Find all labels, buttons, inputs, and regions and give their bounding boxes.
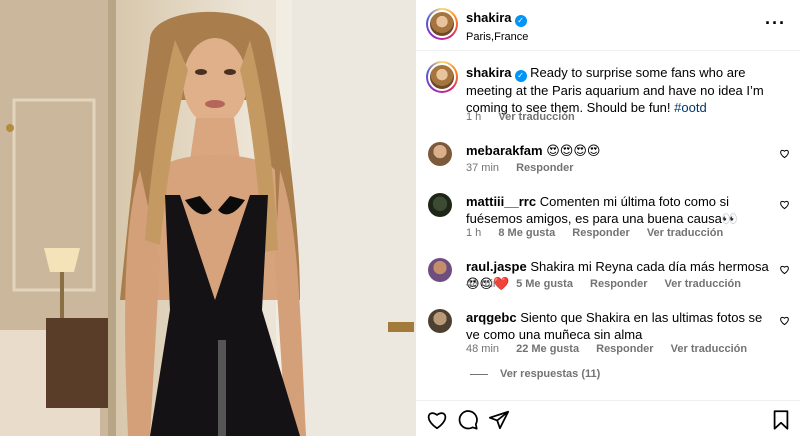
reply-link[interactable]: Responder	[572, 227, 629, 239]
reply-link[interactable]: Responder	[590, 278, 647, 290]
comment-translate-link[interactable]: Ver traducción	[647, 227, 723, 239]
like-comment-heart-icon[interactable]	[779, 315, 790, 326]
like-comment-heart-icon[interactable]	[779, 199, 790, 210]
caption-time[interactable]: 1 h	[466, 111, 481, 123]
caption-hashtag[interactable]: #ootd	[674, 100, 707, 115]
comment-item: mattiii__rrc Comenten mi última foto com…	[466, 193, 776, 227]
comment-username[interactable]: mebarakfam	[466, 143, 543, 158]
comment-translate-link[interactable]: Ver traducción	[665, 278, 741, 290]
view-replies-button[interactable]: Ver respuestas (11)	[470, 368, 600, 380]
comment-meta: 48 min 22 Me gusta Responder Ver traducc…	[466, 343, 761, 355]
post-photo[interactable]	[0, 0, 416, 436]
comment-translate-link[interactable]: Ver traducción	[671, 343, 747, 355]
share-send-icon[interactable]	[488, 409, 510, 431]
comment-item: arqgebc Siento que Shakira en las ultima…	[466, 309, 776, 343]
save-bookmark-icon[interactable]	[770, 409, 792, 431]
comment-meta: 37 min Responder	[466, 162, 588, 174]
comment-text: 😍😍😍😍	[546, 143, 601, 158]
replies-divider	[470, 373, 488, 375]
like-heart-icon[interactable]	[426, 409, 448, 431]
comment-bubble-icon[interactable]	[457, 409, 479, 431]
comment-item: mebarakfam 😍😍😍😍	[466, 142, 776, 159]
caption-meta: 1 h Ver traducción	[466, 111, 589, 123]
comment-meta: 1 h 8 Me gusta Responder Ver traducción	[466, 227, 737, 239]
comment-username[interactable]: raul.jaspe	[466, 259, 527, 274]
view-replies-label: Ver respuestas (11)	[500, 368, 601, 380]
comment-avatar[interactable]	[428, 193, 452, 217]
verified-badge-icon: ✓	[514, 15, 527, 27]
comment-likes[interactable]: 8 Me gusta	[498, 227, 555, 239]
post-details-panel: shakira ✓ Paris,France ··· shakira ✓ Ready…	[416, 0, 800, 436]
caption-username[interactable]: shakira	[466, 65, 512, 80]
caption-author-avatar[interactable]	[426, 61, 458, 93]
reply-link[interactable]: Responder	[596, 343, 653, 355]
author-block: shakira ✓ Paris,France	[466, 10, 528, 43]
like-comment-heart-icon[interactable]	[779, 264, 790, 275]
comment-likes[interactable]: 5 Me gusta	[516, 278, 573, 290]
more-horizontal-icon[interactable]: ···	[765, 14, 786, 32]
comment-username[interactable]: arqgebc	[466, 310, 517, 325]
like-comment-heart-icon[interactable]	[779, 148, 790, 159]
author-avatar[interactable]	[426, 8, 458, 40]
author-username[interactable]: shakira	[466, 10, 512, 25]
comment-meta: 48 min 5 Me gusta Responder Ver traducci…	[466, 278, 755, 290]
post-header: shakira ✓ Paris,France ···	[416, 0, 800, 51]
caption-translate-link[interactable]: Ver traducción	[498, 111, 574, 123]
reply-link[interactable]: Responder	[516, 162, 573, 174]
action-bar	[416, 400, 800, 436]
comment-time[interactable]: 37 min	[466, 162, 499, 174]
comment-avatar[interactable]	[428, 309, 452, 333]
caption: shakira ✓ Ready to surprise some fans who…	[466, 64, 776, 116]
comment-time[interactable]: 48 min	[466, 278, 499, 290]
comment-time[interactable]: 48 min	[466, 343, 499, 355]
comment-avatar[interactable]	[428, 258, 452, 282]
verified-badge-icon: ✓	[514, 70, 527, 82]
comment-likes[interactable]: 22 Me gusta	[516, 343, 579, 355]
comment-avatar[interactable]	[428, 142, 452, 166]
photo-illustration	[0, 0, 416, 436]
post-location[interactable]: Paris,France	[466, 31, 528, 43]
comment-time[interactable]: 1 h	[466, 227, 481, 239]
comment-username[interactable]: mattiii__rrc	[466, 194, 536, 209]
